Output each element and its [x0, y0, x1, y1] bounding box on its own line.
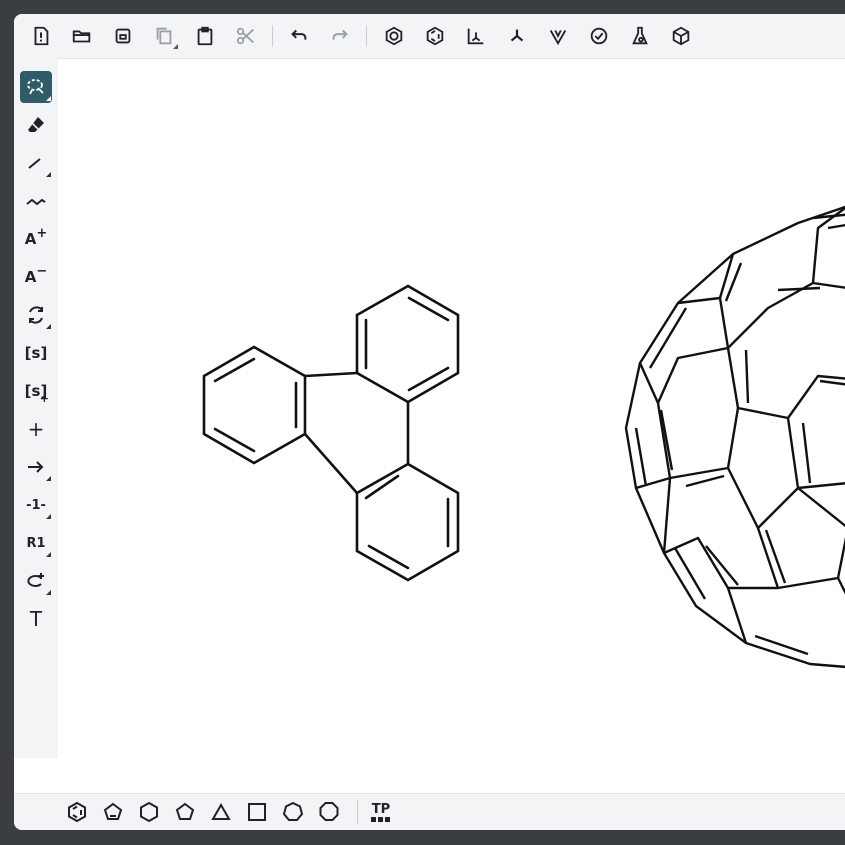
app-frame: A + A − [s] [s] + + -1- R1 T TP: [14, 14, 845, 830]
redo-button[interactable]: [325, 21, 355, 51]
fullerene-molecule[interactable]: [624, 198, 845, 669]
reaction-arrow-tool-button[interactable]: [20, 451, 52, 483]
single-bond-tool-button[interactable]: [20, 147, 52, 179]
save-button[interactable]: [108, 21, 138, 51]
benzene-icon: [68, 801, 86, 823]
template-cyclobutane-button[interactable]: [242, 797, 272, 827]
text-tool-label: T: [29, 607, 43, 631]
plus-label: +: [27, 417, 45, 441]
charge-plus-button[interactable]: A +: [20, 223, 52, 255]
pentagon-icon: [175, 802, 195, 820]
template-library-label: TP: [371, 801, 391, 817]
lasso-select-icon: [27, 79, 44, 95]
template-cyclopropane-button[interactable]: [206, 797, 236, 827]
aromatize-button[interactable]: [379, 21, 409, 51]
charge-minus-button[interactable]: A −: [20, 261, 52, 293]
calculate-cip-button[interactable]: [543, 21, 573, 51]
triphenylene-molecule[interactable]: [202, 284, 460, 582]
template-cyclohexane-button[interactable]: [134, 797, 164, 827]
chain-tool-button[interactable]: [20, 185, 52, 217]
3d-viewer-button[interactable]: [666, 21, 696, 51]
rgroup-tool-button[interactable]: R1: [20, 527, 52, 559]
template-cyclooctane-button[interactable]: [314, 797, 344, 827]
template-cyclopentane-button[interactable]: [170, 797, 200, 827]
bottom-toolbar: TP: [14, 793, 845, 830]
heptagon-icon: [282, 801, 304, 821]
eraser-icon: [28, 117, 44, 132]
check-structure-button[interactable]: [584, 21, 614, 51]
calculated-values-button[interactable]: [625, 21, 655, 51]
eraser-tool-button[interactable]: [20, 109, 52, 141]
template-benzene-button[interactable]: [62, 797, 92, 827]
rotate-icon: [29, 306, 43, 324]
top-toolbar: [14, 14, 845, 59]
select-tool-button[interactable]: [20, 71, 52, 103]
new-file-icon: [34, 26, 49, 46]
clean-up-icon: [510, 29, 524, 42]
triphenylene-ring-top: [355, 284, 460, 404]
attachment-point-tool-button[interactable]: [20, 565, 52, 597]
copy-icon: [156, 27, 172, 45]
cyclopentadiene-icon: [103, 802, 123, 820]
charge-minus-label: A: [24, 267, 37, 286]
canvas-svg: [202, 198, 845, 669]
dearomatize-icon: [426, 26, 444, 46]
drawing-canvas[interactable]: [58, 58, 845, 794]
paste-button[interactable]: [190, 21, 220, 51]
arrow-right-icon: [28, 461, 44, 473]
layout-button[interactable]: [461, 21, 491, 51]
triphenylene-ring-left: [202, 345, 307, 465]
square-icon: [248, 803, 266, 821]
aromatize-icon: [385, 26, 403, 46]
cip-icon: [549, 30, 567, 46]
new-file-button[interactable]: [26, 21, 56, 51]
sgroup-add-tool-button[interactable]: [s] +: [20, 375, 52, 407]
triphenylene-ring-bottom: [355, 462, 460, 582]
octagon-icon: [319, 802, 339, 821]
plus-tool-button[interactable]: +: [20, 413, 52, 445]
triangle-icon: [211, 802, 231, 820]
copy-button[interactable]: [149, 21, 179, 51]
template-cyclopentadiene-button[interactable]: [98, 797, 128, 827]
layout-icon: [467, 28, 484, 45]
cut-button[interactable]: [231, 21, 261, 51]
rotate-tool-button[interactable]: [20, 299, 52, 331]
bond-icon: [28, 158, 41, 169]
clipboard-icon: [197, 26, 213, 46]
save-icon: [115, 28, 131, 44]
chain-icon: [26, 198, 46, 206]
hexagon-icon: [140, 801, 158, 823]
rgroup-label: R1: [26, 535, 46, 551]
sgroup-tool-button[interactable]: [s]: [20, 337, 52, 369]
charge-plus-label: A: [24, 229, 37, 248]
sgroup-label: [s]: [24, 343, 48, 362]
left-toolbar: A + A − [s] [s] + + -1- R1 T: [14, 58, 58, 758]
text-tool-button[interactable]: T: [20, 603, 52, 635]
check-circle-icon: [590, 27, 608, 45]
reaction-mapping-tool-button[interactable]: -1-: [20, 489, 52, 521]
dearomatize-button[interactable]: [420, 21, 450, 51]
scissors-icon: [236, 27, 254, 45]
template-cycloheptane-button[interactable]: [278, 797, 308, 827]
reaction-mapping-label: -1-: [26, 497, 46, 513]
charge-minus-sup: −: [36, 263, 48, 279]
template-library-button[interactable]: TP: [366, 797, 396, 827]
charge-plus-sup: +: [36, 225, 48, 241]
cube-icon: [672, 26, 690, 46]
flask-icon: [632, 26, 648, 45]
open-button[interactable]: [67, 21, 97, 51]
grid-dots-icon: [371, 816, 390, 822]
undo-button[interactable]: [284, 21, 314, 51]
undo-icon: [291, 29, 307, 40]
redo-icon: [332, 29, 348, 40]
clean-up-button[interactable]: [502, 21, 532, 51]
attachment-point-icon: [27, 573, 44, 587]
folder-open-icon: [72, 30, 91, 43]
